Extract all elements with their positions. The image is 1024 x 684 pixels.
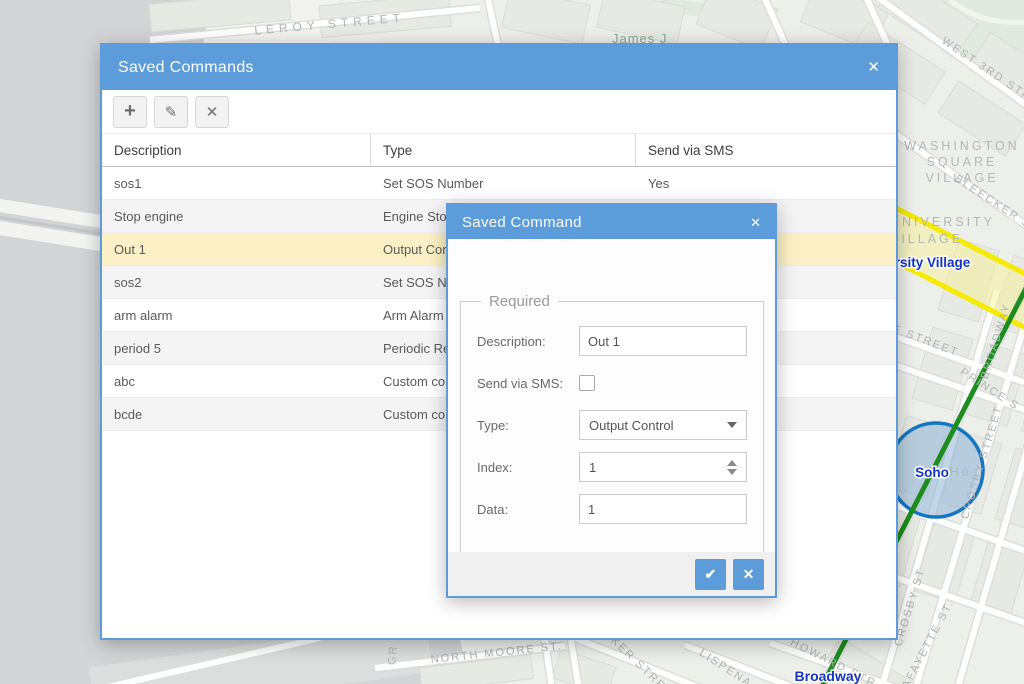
map-label-wsv-1: WASHINGTON: [904, 139, 1019, 153]
app-stage: LEROY STREET James J WEST 3RD STR WASHIN…: [0, 0, 1024, 684]
spin-down-icon[interactable]: [727, 469, 737, 475]
column-header-type[interactable]: Type: [371, 134, 636, 166]
saved-commands-title: Saved Commands: [118, 59, 254, 77]
saved-command-footer: ✔ ✕: [448, 552, 775, 596]
saved-commands-titlebar: Saved Commands ✕: [102, 45, 896, 90]
edit-command-button[interactable]: ✎: [154, 96, 188, 128]
cell-description: sos2: [102, 275, 371, 290]
data-row: Data:: [477, 494, 747, 524]
checkmark-icon: ✔: [705, 566, 717, 583]
map-label-univ-area-1: UNIVERSITY: [890, 215, 995, 229]
map-label-grand: GR: [386, 644, 400, 665]
cell-description: Out 1: [102, 242, 371, 257]
data-input[interactable]: [579, 494, 747, 524]
saved-command-title: Saved Command: [462, 214, 582, 231]
saved-command-body: Required Description: Send via SMS: Type…: [448, 239, 775, 596]
plus-icon: +: [124, 100, 136, 123]
description-label: Description:: [477, 334, 579, 349]
commands-table-header: Description Type Send via SMS: [102, 134, 896, 167]
overlay-label-soho: Soho: [915, 465, 949, 480]
required-fieldset: Required Description: Send via SMS: Type…: [460, 293, 764, 560]
stepper-arrows[interactable]: [727, 460, 737, 475]
map-label-wsv-2: SQUARE: [927, 155, 998, 169]
sms-label: Send via SMS:: [477, 376, 579, 391]
index-row: Index: 1: [477, 452, 747, 482]
data-label: Data:: [477, 502, 579, 517]
description-row: Description:: [477, 326, 747, 356]
cell-description: bcde: [102, 407, 371, 422]
spin-up-icon[interactable]: [727, 460, 737, 466]
index-value: 1: [589, 460, 596, 475]
sms-checkbox[interactable]: [579, 375, 595, 391]
type-label: Type:: [477, 418, 579, 433]
saved-command-titlebar: Saved Command ✕: [448, 205, 775, 239]
pencil-icon: ✎: [165, 103, 178, 121]
cell-description: abc: [102, 374, 371, 389]
cell-description: period 5: [102, 341, 371, 356]
column-header-sms[interactable]: Send via SMS: [636, 134, 896, 166]
cell-type: Set SOS Number: [371, 176, 636, 191]
cell-description: Stop engine: [102, 209, 371, 224]
close-icon[interactable]: ✕: [750, 216, 761, 229]
index-label: Index:: [477, 460, 579, 475]
cell-sms: Yes: [636, 176, 896, 191]
add-command-button[interactable]: +: [113, 96, 147, 128]
chevron-down-icon: [727, 422, 737, 428]
close-icon[interactable]: ✕: [867, 60, 880, 75]
sms-row: Send via SMS:: [477, 368, 747, 398]
confirm-button[interactable]: ✔: [695, 559, 726, 590]
type-select[interactable]: Output Control: [579, 410, 747, 440]
index-stepper[interactable]: 1: [579, 452, 747, 482]
required-legend: Required: [481, 293, 558, 310]
table-row[interactable]: sos1 Set SOS Number Yes: [102, 167, 896, 200]
x-icon: ✕: [206, 103, 219, 121]
cell-description: sos1: [102, 176, 371, 191]
overlay-label-broadway: Broadway: [795, 668, 862, 684]
description-input[interactable]: [579, 326, 747, 356]
cancel-button[interactable]: ✕: [733, 559, 764, 590]
cell-description: arm alarm: [102, 308, 371, 323]
x-icon: ✕: [743, 566, 755, 583]
type-row: Type: Output Control: [477, 410, 747, 440]
map-label-univ-area-2: VILLAGE: [890, 232, 963, 246]
type-select-value: Output Control: [589, 418, 674, 433]
column-header-description[interactable]: Description: [102, 134, 371, 166]
commands-toolbar: + ✎ ✕: [102, 90, 896, 134]
saved-command-dialog: Saved Command ✕ Required Description: Se…: [446, 203, 777, 598]
delete-command-button[interactable]: ✕: [195, 96, 229, 128]
